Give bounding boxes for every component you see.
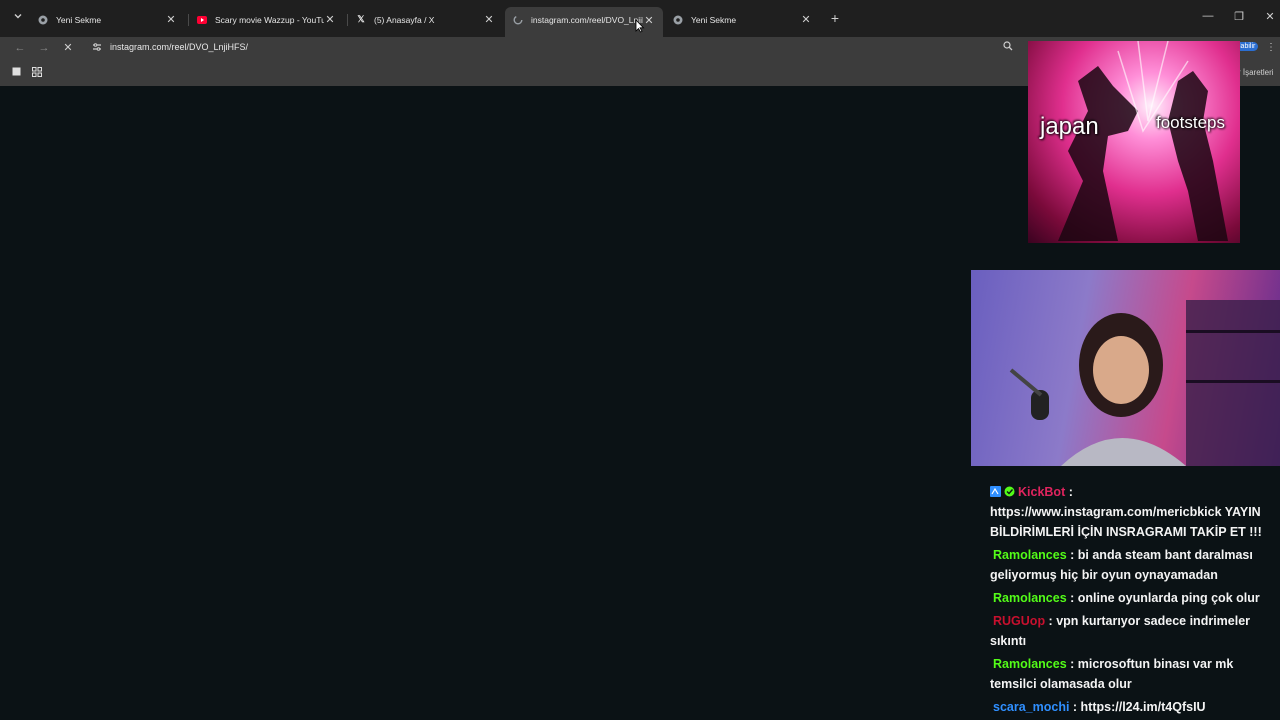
bot-badge-icon <box>990 483 1001 497</box>
chat-username[interactable]: scara_mochi <box>990 700 1069 714</box>
meme-overlay-image: japan footsteps <box>1028 41 1240 243</box>
back-button[interactable]: ← <box>13 41 27 55</box>
minimize-button[interactable]: — <box>1201 10 1215 26</box>
arrow-left-icon: ← <box>14 42 26 54</box>
tab-yeni-sekme-2[interactable]: Yeni Sekme ✕ <box>665 7 820 32</box>
fighters-illustration <box>1058 41 1228 241</box>
chat-username[interactable]: Ramolances <box>990 657 1067 671</box>
stop-loading-button[interactable]: ✕ <box>61 41 75 55</box>
minimize-icon: — <box>1202 10 1214 22</box>
chat-username[interactable]: Ramolances <box>990 591 1067 605</box>
tab-x[interactable]: 𝕏 (5) Anasayfa / X ✕ <box>348 7 503 32</box>
tab-search-button[interactable] <box>9 11 27 27</box>
close-icon[interactable]: ✕ <box>483 13 495 26</box>
close-icon[interactable]: ✕ <box>165 13 177 26</box>
chat-username[interactable]: Ramolances <box>990 548 1067 562</box>
tab-title: Scary movie Wazzup - YouTube <box>215 14 324 25</box>
webcam-feed <box>971 270 1280 466</box>
chat-message: Ramolances : online oyunlarda ping çok o… <box>990 588 1275 608</box>
chat-username[interactable]: RUGUop <box>990 614 1045 628</box>
close-window-button[interactable]: ✕ <box>1263 10 1277 26</box>
tab-title: Yeni Sekme <box>691 14 737 25</box>
tab-youtube[interactable]: Scary movie Wazzup - YouTube ✕ <box>189 7 344 32</box>
chat-text: https://www.instagram.com/mericbkick YAY… <box>990 505 1262 539</box>
chat-text: online oyunlarda ping çok olur <box>1074 591 1260 605</box>
tab-title: instagram.com/reel/DVO_LnjiH <box>531 15 643 25</box>
restore-icon: ❐ <box>1234 11 1244 23</box>
apps-grid-icon[interactable] <box>31 67 43 79</box>
streamer-illustration <box>1009 300 1280 466</box>
close-icon: ✕ <box>63 42 73 54</box>
chrome-icon <box>38 15 48 25</box>
zoom-icon[interactable] <box>1003 41 1013 54</box>
stream-chat: KickBot : https://www.instagram.com/meric… <box>990 482 1275 720</box>
chat-message: Ramolances : bi anda steam bant daralmas… <box>990 545 1275 585</box>
arrow-right-icon: → <box>38 42 50 54</box>
chat-username[interactable]: KickBot <box>1018 485 1065 499</box>
verified-badge-icon <box>1004 483 1015 497</box>
all-bookmarks-label[interactable]: r İşaretleri <box>1238 68 1274 77</box>
tab-title: Yeni Sekme <box>56 14 102 25</box>
chat-separator: : <box>1065 485 1073 499</box>
chat-message: RUGUop : vpn kurtarıyor sadece indrimele… <box>990 611 1275 651</box>
overlay-label-right: footsteps <box>1156 113 1225 132</box>
close-icon: ✕ <box>1265 11 1275 23</box>
mouse-cursor-icon <box>635 19 645 33</box>
tab-title: (5) Anasayfa / X <box>374 14 435 25</box>
youtube-icon <box>197 15 207 25</box>
close-icon[interactable]: ✕ <box>800 13 812 26</box>
bookmark-square-icon[interactable] <box>10 67 22 79</box>
chrome-icon <box>673 15 683 25</box>
overlay-label-left: japan <box>1040 113 1099 140</box>
url-text[interactable]: instagram.com/reel/DVO_LnjiHFS/ <box>110 42 248 52</box>
chat-message: Ramolances : microsoftun binası var mk t… <box>990 654 1275 694</box>
more-vertical-icon: ⋮ <box>1266 42 1276 53</box>
new-tab-button[interactable]: + <box>828 11 842 27</box>
chat-separator: : <box>1045 614 1053 628</box>
x-icon: 𝕏 <box>357 14 365 24</box>
chevron-down-icon <box>14 14 22 19</box>
chat-text: https://l24.im/t4QfsIU <box>1077 700 1206 714</box>
browser-menu-button[interactable]: ⋮ <box>1266 42 1276 53</box>
tab-yeni-sekme-1[interactable]: Yeni Sekme ✕ <box>30 7 185 32</box>
chat-separator: : <box>1069 700 1078 714</box>
loading-spinner-icon <box>513 15 523 25</box>
forward-button[interactable]: → <box>37 41 51 55</box>
chat-message: scara_mochi : https://l24.im/t4QfsIU <box>990 697 1275 717</box>
chat-message: KickBot : https://www.instagram.com/meric… <box>990 482 1275 542</box>
close-icon[interactable]: ✕ <box>324 13 336 26</box>
site-info-icon[interactable] <box>92 42 102 52</box>
plus-icon: + <box>830 10 840 26</box>
restore-button[interactable]: ❐ <box>1232 10 1246 26</box>
